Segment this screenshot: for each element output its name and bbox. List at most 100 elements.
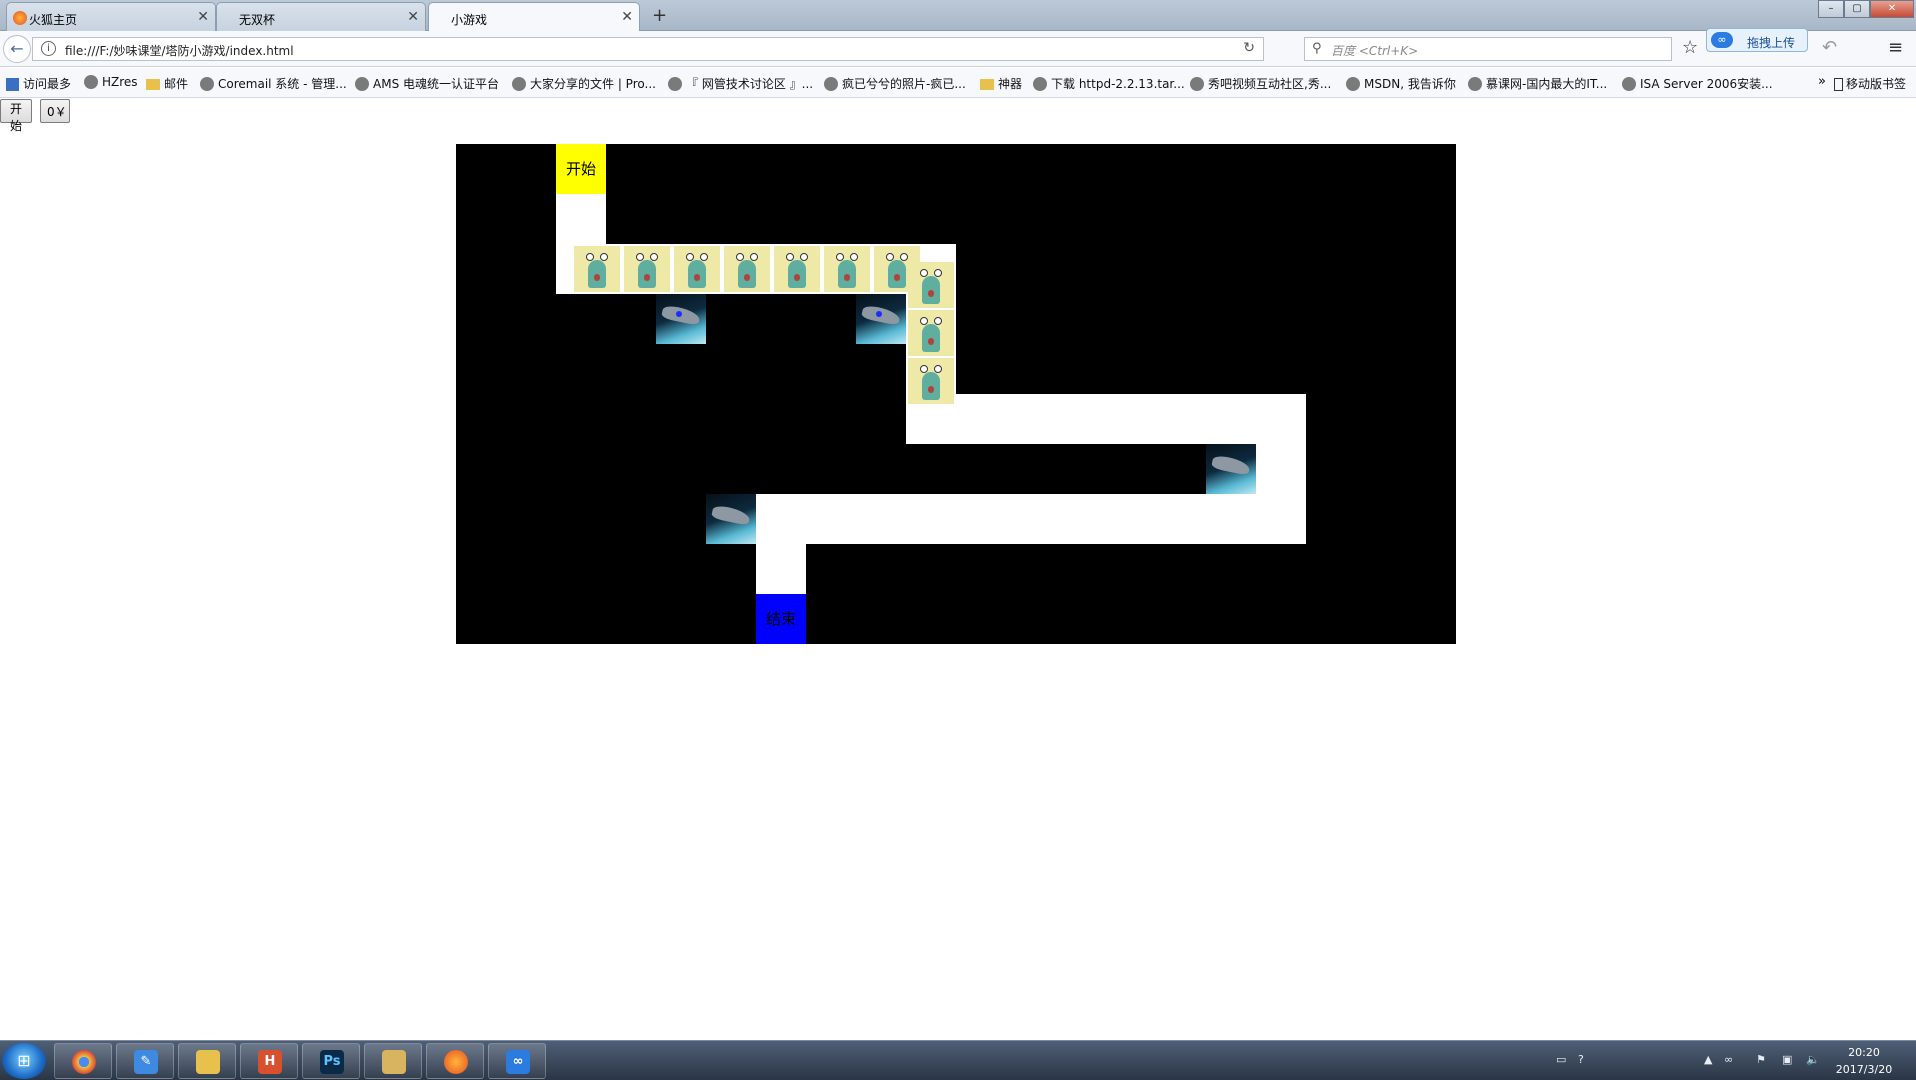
game-board[interactable]: 开始 结束 (456, 144, 1456, 644)
back-button[interactable]: ← (3, 35, 31, 63)
tower-sprite[interactable] (856, 294, 906, 344)
firefox-icon (444, 1050, 468, 1074)
hbuilder-icon: H (258, 1050, 282, 1074)
minimize-button[interactable]: – (1818, 0, 1844, 18)
folder-icon (146, 79, 160, 90)
keyboard-icon[interactable]: ▭ (1556, 1053, 1566, 1066)
globe-icon (1190, 77, 1204, 91)
bookmark-label: 疯已兮兮的照片-疯已... (842, 77, 966, 91)
bookmark-item[interactable]: Coremail 系统 - 管理... (200, 75, 347, 92)
windows-start-button[interactable]: ⊞ (2, 1043, 46, 1079)
bookmark-label: ISA Server 2006安装... (1640, 77, 1773, 91)
tab-firefox-home[interactable]: 火狐主页 ✕ (6, 2, 216, 31)
bookmark-item[interactable]: 神器 (980, 75, 1022, 92)
bookmark-item[interactable]: 大家分享的文件 | Pro... (512, 75, 656, 92)
window-controls: – ▢ ✕ (1818, 0, 1914, 18)
globe-icon (200, 77, 214, 91)
info-icon[interactable]: i (41, 41, 56, 56)
undo-icon[interactable]: ↶ (1822, 37, 1837, 58)
note-icon: ✎ (134, 1050, 158, 1074)
bookmarks-overflow-chevron[interactable]: » (1818, 74, 1826, 89)
maximize-button[interactable]: ▢ (1844, 0, 1870, 18)
bookmark-label: 慕课网-国内最大的IT... (1486, 77, 1608, 91)
bookmark-label: 访问最多 (23, 77, 72, 91)
photoshop-icon: Ps (320, 1050, 344, 1074)
volume-icon[interactable]: 🔈 (1806, 1053, 1820, 1066)
bookmark-item[interactable]: 下载 httpd-2.2.13.tar... (1033, 75, 1185, 92)
end-cell: 结束 (756, 594, 806, 644)
money-display-button[interactable]: 0￥ (40, 99, 70, 123)
chrome-icon (72, 1050, 96, 1074)
tab-wushuang[interactable]: 无双杯 ✕ (216, 2, 426, 31)
path-segment (906, 394, 1306, 444)
bookmark-item[interactable]: 『 网管技术讨论区 』... (668, 75, 813, 92)
search-icon: ⚲ (1312, 41, 1322, 56)
address-bar[interactable]: i file:///F:/妙味课堂/塔防小游戏/index.html ↻ (32, 37, 1264, 61)
taskbar-app-folder[interactable] (178, 1043, 236, 1079)
bookmark-item[interactable]: AMS 电魂统一认证平台 (355, 75, 499, 92)
monster-sprite (824, 246, 870, 292)
baidu-upload-badge[interactable]: ∞ 拖拽上传 (1706, 28, 1808, 52)
monster-sprite (908, 358, 954, 404)
windows-taskbar: ⊞ ✎ H Ps ∞ ▭ ? ▲ ∞ ⚑ ▣ 🔈 20:20 2017/3/20 (0, 1040, 1916, 1080)
bookmark-label: Coremail 系统 - 管理... (218, 77, 347, 91)
bookmark-item[interactable]: 疯已兮兮的照片-疯已... (824, 75, 966, 92)
globe-icon (824, 77, 838, 91)
close-tab-icon[interactable]: ✕ (621, 9, 633, 25)
bookmark-label: 大家分享的文件 | Pro... (530, 77, 656, 91)
bookmark-item[interactable]: 访问最多 (6, 75, 71, 92)
explorer-icon (382, 1050, 406, 1074)
bookmarks-toolbar: 访问最多 HZres 邮件 Coremail 系统 - 管理... AMS 电魂… (0, 68, 1916, 98)
help-icon[interactable]: ? (1578, 1053, 1584, 1066)
taskbar-app-explorer[interactable] (364, 1043, 422, 1079)
folder-icon (196, 1050, 220, 1074)
system-clock[interactable]: 20:20 2017/3/20 (1822, 1044, 1906, 1078)
clock-time: 20:20 (1848, 1046, 1880, 1059)
tower-sprite[interactable] (656, 294, 706, 344)
menu-icon[interactable]: ≡ (1888, 37, 1903, 58)
search-bar[interactable]: ⚲ 百度 <Ctrl+K> (1304, 37, 1672, 61)
bookmark-item[interactable]: MSDN, 我告诉你 (1346, 75, 1456, 92)
globe-icon (512, 77, 526, 91)
taskbar-app-chrome[interactable] (54, 1043, 112, 1079)
bookmark-label: 神器 (998, 77, 1023, 91)
close-window-button[interactable]: ✕ (1870, 0, 1914, 18)
folder-icon (980, 79, 994, 90)
tower-sprite[interactable] (1206, 444, 1256, 494)
bookmark-item[interactable]: HZres (84, 75, 138, 89)
monster-sprite (908, 262, 954, 308)
bookmark-star-icon[interactable]: ☆ (1682, 37, 1698, 58)
globe-icon (1622, 77, 1636, 91)
tab-label: 火狐主页 (29, 13, 78, 27)
tab-strip: 火狐主页 ✕ 无双杯 ✕ 小游戏 ✕ + – ▢ ✕ (0, 0, 1916, 32)
firefox-icon (13, 11, 27, 25)
bookmark-item[interactable]: ISA Server 2006安装... (1622, 75, 1773, 92)
bookmark-item[interactable]: 秀吧视频互动社区,秀... (1190, 75, 1331, 92)
network-icon[interactable]: ▣ (1782, 1053, 1792, 1066)
baidu-cloud-tray-icon[interactable]: ∞ (1724, 1053, 1733, 1066)
globe-icon (1346, 77, 1360, 91)
tower-sprite[interactable] (706, 494, 756, 544)
bookmark-label: AMS 电魂统一认证平台 (373, 77, 499, 91)
tab-minigame[interactable]: 小游戏 ✕ (428, 2, 640, 32)
taskbar-app-hbuilder[interactable]: H (240, 1043, 298, 1079)
taskbar-app-note[interactable]: ✎ (116, 1043, 174, 1079)
bookmark-label: MSDN, 我告诉你 (1364, 77, 1456, 91)
start-game-button[interactable]: 开始 (0, 99, 32, 133)
reload-icon[interactable]: ↻ (1243, 40, 1255, 56)
taskbar-app-firefox[interactable] (426, 1043, 484, 1079)
close-tab-icon[interactable]: ✕ (407, 9, 419, 25)
clock-date: 2017/3/20 (1835, 1063, 1893, 1076)
tray-expand-icon[interactable]: ▲ (1704, 1053, 1712, 1066)
close-tab-icon[interactable]: ✕ (197, 9, 209, 25)
action-center-flag-icon[interactable]: ⚑ (1756, 1053, 1766, 1066)
bookmark-item[interactable]: 邮件 (146, 75, 188, 92)
new-tab-button[interactable]: + (652, 5, 667, 26)
taskbar-app-photoshop[interactable]: Ps (302, 1043, 360, 1079)
monster-sprite (674, 246, 720, 292)
bookmark-item[interactable]: 慕课网-国内最大的IT... (1468, 75, 1607, 92)
screen: 火狐主页 ✕ 无双杯 ✕ 小游戏 ✕ + – ▢ ✕ ← i file:///F… (0, 0, 1916, 1080)
globe-icon (668, 77, 682, 91)
taskbar-app-baidu-cloud[interactable]: ∞ (488, 1043, 546, 1079)
mobile-bookmarks[interactable]: 移动版书签 (1834, 75, 1906, 92)
